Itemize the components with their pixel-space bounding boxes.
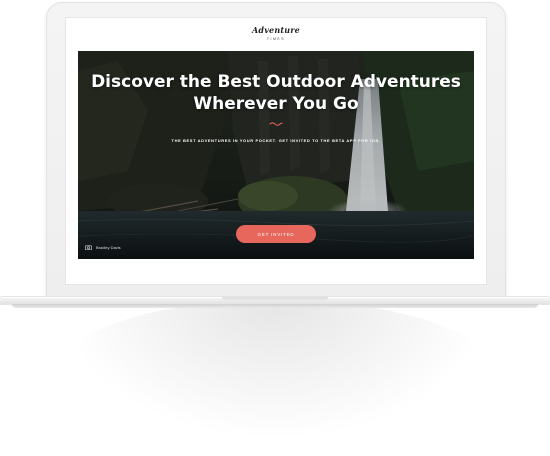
photo-credit: Bradley Davis: [85, 243, 121, 251]
laptop-base-bottom: [12, 304, 538, 308]
site-logo-subtext: TIMES: [266, 37, 286, 41]
hero-title-line-1: Discover the Best Outdoor Adventures: [91, 72, 461, 92]
laptop-opening-notch: [222, 297, 328, 301]
device-mockup-scene: Adventure TIMES Discover the Best Outdoo…: [0, 0, 550, 456]
laptop-base: [0, 297, 550, 309]
hero-title-line-2: Wherever You Go: [193, 94, 359, 114]
photo-credit-name: Bradley Davis: [96, 244, 121, 250]
wave-divider-icon: [269, 122, 283, 126]
get-invited-button[interactable]: GET INVITED: [236, 225, 316, 243]
hero-section: Discover the Best Outdoor Adventures Whe…: [78, 51, 474, 259]
hero-title: Discover the Best Outdoor Adventures Whe…: [78, 71, 474, 115]
site-logo[interactable]: Adventure: [66, 25, 486, 35]
hero-subtitle: THE BEST ADVENTURES IN YOUR POCKET. GET …: [171, 138, 381, 143]
floor-shadow: [60, 300, 490, 440]
site-header: Adventure TIMES: [66, 18, 486, 50]
laptop-screen: Adventure TIMES Discover the Best Outdoo…: [66, 18, 486, 284]
camera-icon: [85, 245, 92, 250]
